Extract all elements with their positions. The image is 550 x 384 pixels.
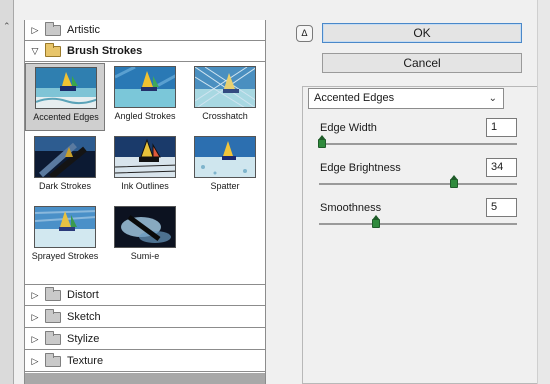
- thumbnail-image: [114, 136, 176, 178]
- thumbnail-image: [114, 66, 176, 108]
- ok-button[interactable]: OK: [322, 23, 522, 43]
- triangle-right-icon[interactable]: ▷: [30, 290, 40, 301]
- folder-icon: [45, 286, 61, 301]
- smoothness-input[interactable]: 5: [486, 198, 517, 217]
- panel-empty-area: [25, 373, 265, 384]
- edge-width-label: Edge Width: [320, 122, 377, 134]
- triangle-right-icon[interactable]: ▷: [30, 312, 40, 323]
- edge-width-slider[interactable]: [318, 135, 517, 148]
- settings-panel: ᐃ OK Cancel Accented Edges ⌄ Edge Width …: [296, 20, 550, 384]
- thumbnail-ink-outlines[interactable]: Ink Outlines: [105, 133, 185, 201]
- category-label: Sketch: [67, 311, 101, 323]
- thumbnail-caption: Sumi-e: [130, 251, 160, 261]
- thumbnail-caption: Spatter: [210, 181, 240, 191]
- filter-select-dropdown[interactable]: Accented Edges ⌄: [308, 88, 504, 109]
- smoothness-label: Smoothness: [320, 202, 382, 214]
- filter-category-panel: ▷ Artistic ▽ Brush Strokes Accented Edge…: [24, 20, 266, 384]
- category-brush-strokes[interactable]: ▽ Brush Strokes: [25, 41, 265, 62]
- folder-icon: [45, 308, 61, 323]
- folder-icon: [45, 330, 61, 345]
- thumbnail-angled-strokes[interactable]: Angled Strokes: [105, 63, 185, 131]
- chevron-down-icon: ⌄: [488, 93, 497, 104]
- thumbnail-caption: Dark Strokes: [38, 181, 91, 191]
- slider-thumb[interactable]: [318, 135, 326, 148]
- category-artistic[interactable]: ▷ Artistic: [25, 20, 265, 41]
- edge-brightness-slider[interactable]: [319, 175, 517, 188]
- folder-icon: [45, 352, 61, 367]
- thumbnail-accented-edges[interactable]: Accented Edges: [25, 63, 105, 131]
- edge-width-input[interactable]: 1: [486, 118, 517, 137]
- slider-thumb[interactable]: [372, 215, 380, 228]
- window-edge: [537, 0, 550, 384]
- thumbnail-dark-strokes[interactable]: Dark Strokes: [25, 133, 105, 201]
- thumbnail-spatter[interactable]: Spatter: [185, 133, 265, 201]
- category-label: Distort: [67, 289, 99, 301]
- collapse-up-icon[interactable]: ᐃ: [296, 25, 313, 42]
- category-label: Artistic: [67, 24, 100, 36]
- triangle-right-icon[interactable]: ▷: [30, 25, 40, 36]
- smoothness-slider[interactable]: [319, 215, 517, 228]
- thumbnail-image: [194, 136, 256, 178]
- triangle-right-icon[interactable]: ▷: [30, 356, 40, 367]
- thumbnail-image: [34, 136, 96, 178]
- category-texture[interactable]: ▷ Texture: [25, 351, 265, 372]
- folder-icon: [45, 42, 61, 57]
- thumbnail-caption: Sprayed Strokes: [31, 251, 99, 261]
- thumbnail-sprayed-strokes[interactable]: Sprayed Strokes: [25, 203, 105, 271]
- category-sketch[interactable]: ▷ Sketch: [25, 307, 265, 328]
- thumbnail-grid: Accented Edges Angled Strokes Crosshatch…: [25, 63, 265, 285]
- slider-thumb[interactable]: [450, 175, 458, 188]
- left-gutter: ⌃: [0, 0, 14, 384]
- category-label: Stylize: [67, 333, 100, 345]
- filter-select-value: Accented Edges: [314, 92, 395, 104]
- folder-icon: [45, 21, 61, 36]
- thumbnail-image: [35, 67, 97, 109]
- category-stylize[interactable]: ▷ Stylize: [25, 329, 265, 350]
- triangle-down-icon[interactable]: ▽: [30, 46, 40, 57]
- thumbnail-image: [34, 206, 96, 248]
- triangle-right-icon[interactable]: ▷: [30, 334, 40, 345]
- thumbnail-crosshatch[interactable]: Crosshatch: [185, 63, 265, 131]
- thumbnail-image: [114, 206, 176, 248]
- chevron-up-icon[interactable]: ⌃: [3, 21, 11, 32]
- thumbnail-caption: Crosshatch: [202, 111, 248, 121]
- edge-brightness-label: Edge Brightness: [320, 162, 401, 174]
- thumbnail-image: [194, 66, 256, 108]
- thumbnail-caption: Accented Edges: [33, 112, 99, 122]
- thumbnail-caption: Ink Outlines: [121, 181, 169, 191]
- thumbnail-caption: Angled Strokes: [114, 111, 176, 121]
- cancel-button[interactable]: Cancel: [322, 53, 522, 73]
- edge-brightness-input[interactable]: 34: [486, 158, 517, 177]
- category-distort[interactable]: ▷ Distort: [25, 285, 265, 306]
- category-label: Brush Strokes: [67, 45, 143, 57]
- category-label: Texture: [67, 355, 104, 367]
- thumbnail-sumi-e[interactable]: Sumi-e: [105, 203, 185, 271]
